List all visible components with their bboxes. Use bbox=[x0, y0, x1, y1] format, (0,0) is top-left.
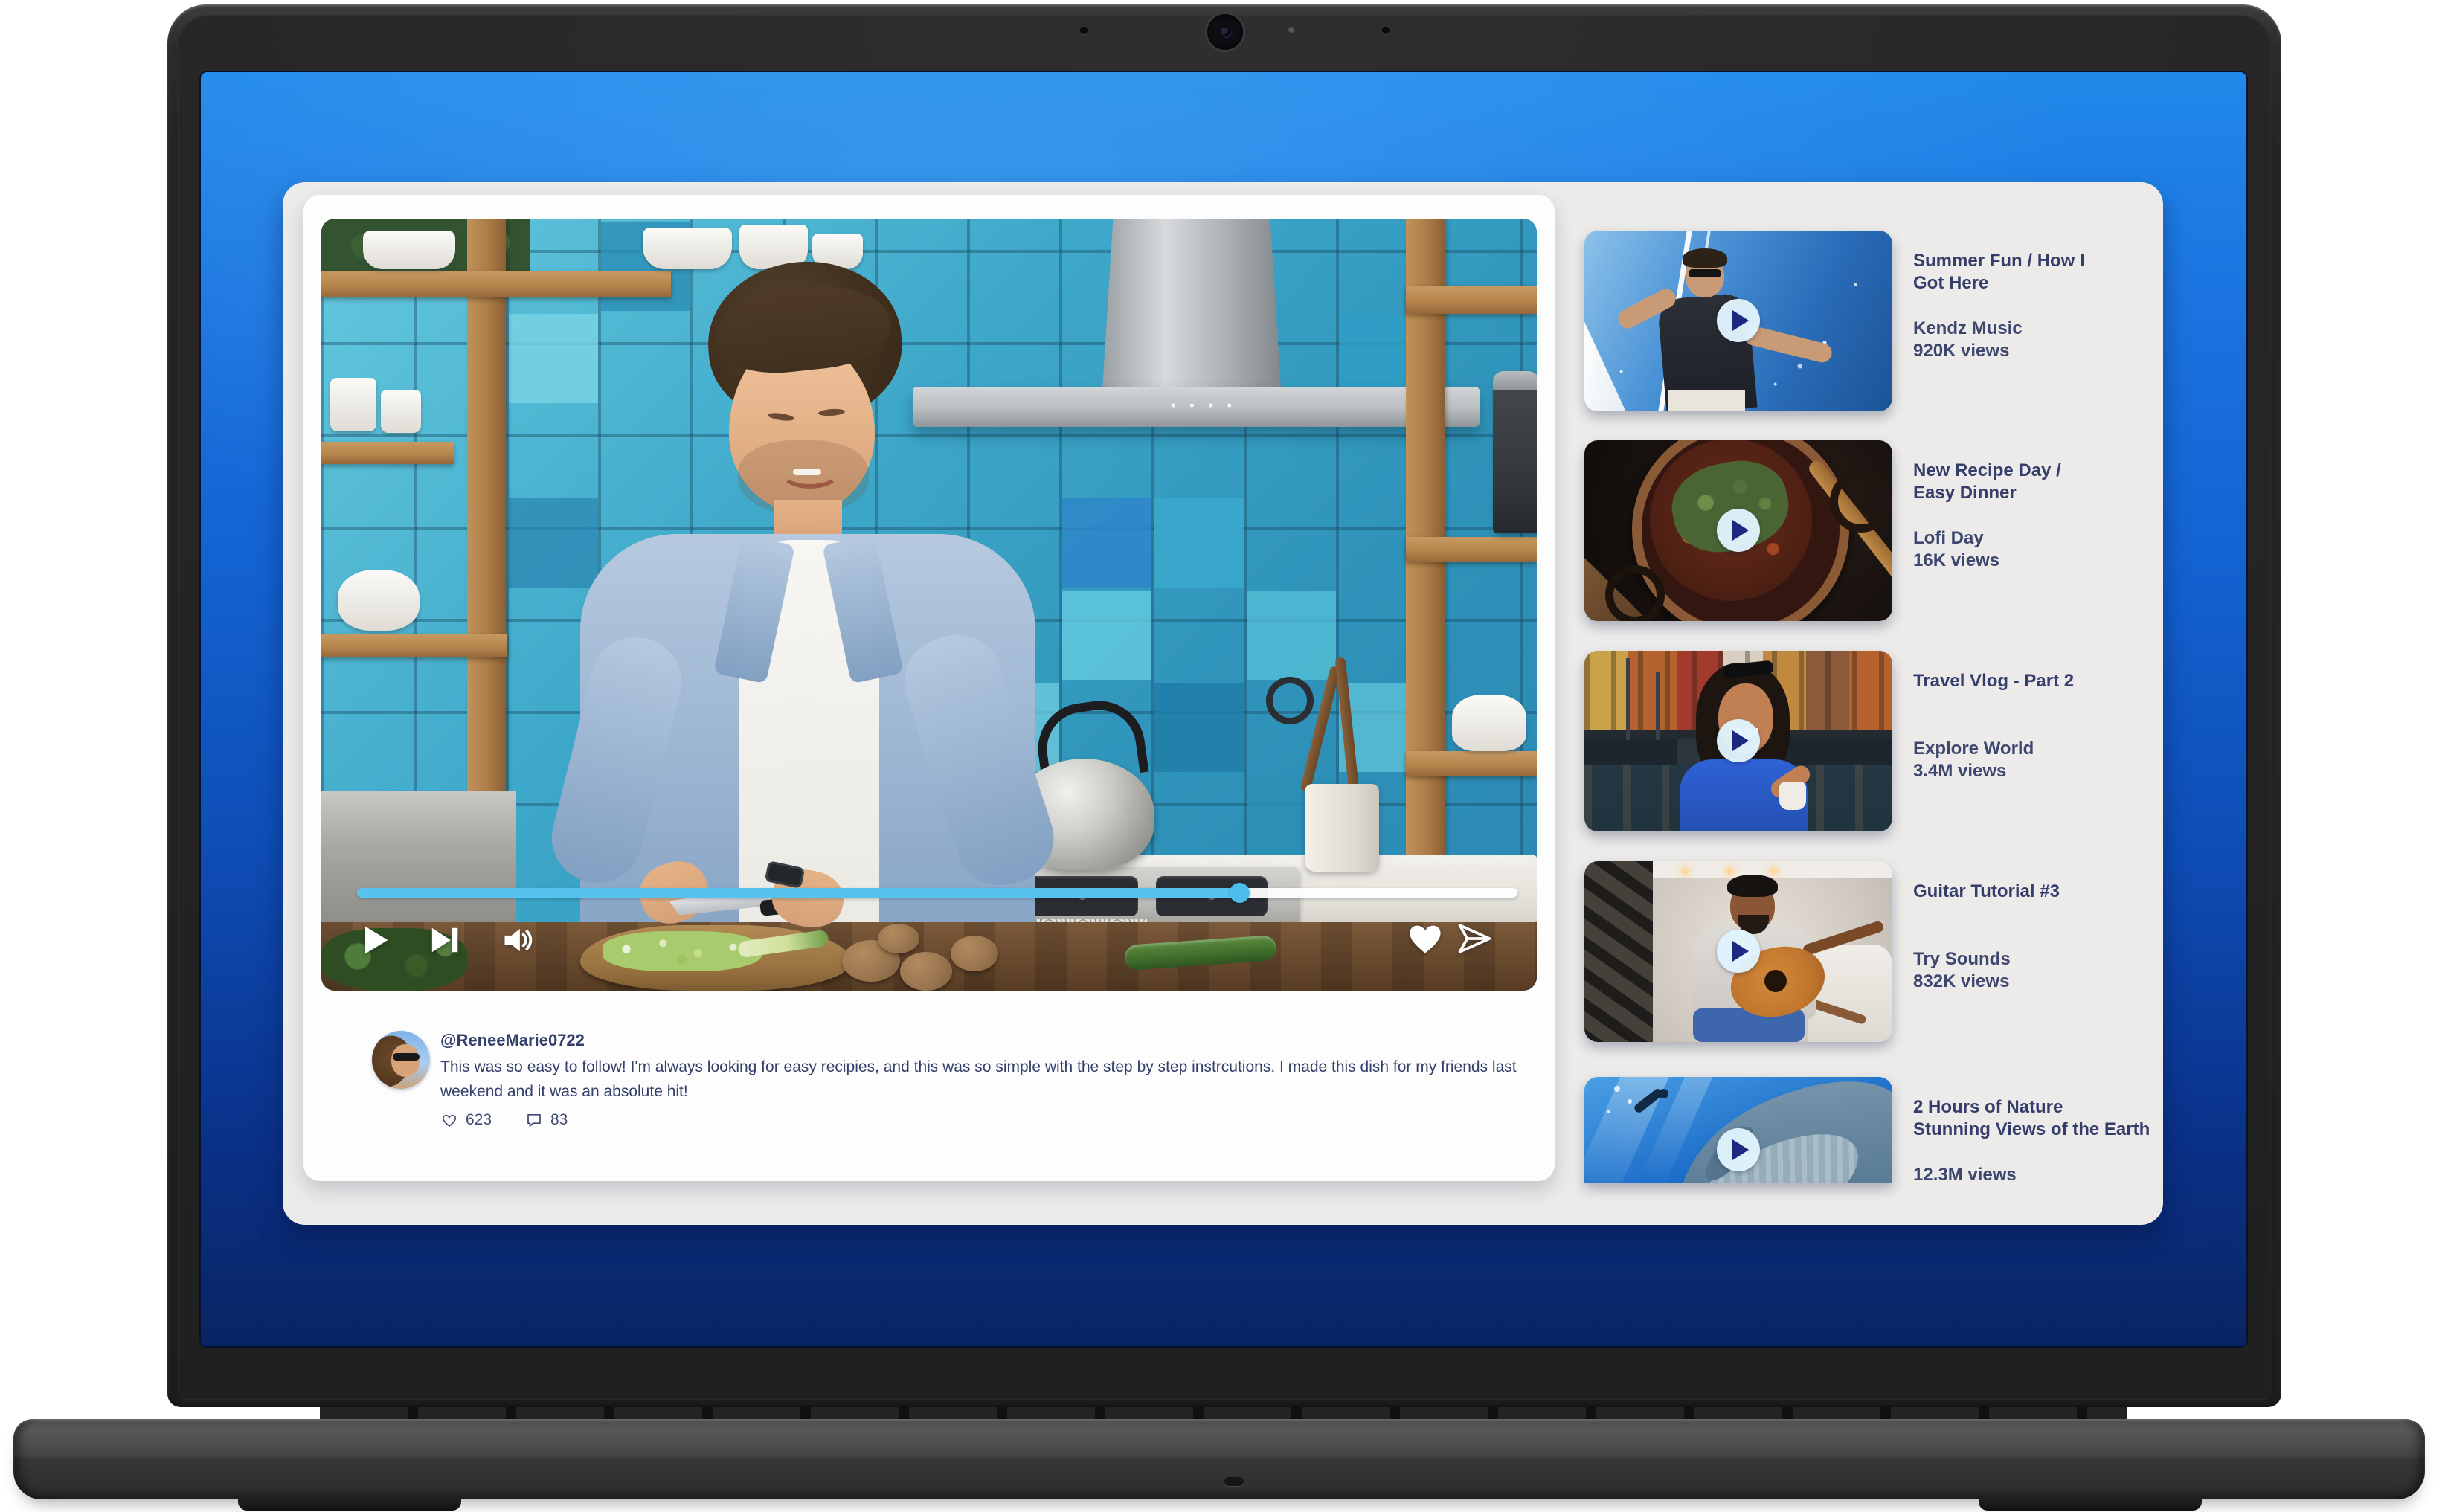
video-title[interactable]: Travel Vlog - Part 2 bbox=[1913, 670, 2163, 692]
video-channel[interactable]: Lofi Day bbox=[1913, 527, 2163, 550]
shelf-board bbox=[321, 634, 507, 657]
tile bbox=[1062, 591, 1151, 680]
range-hood-chimney bbox=[1102, 219, 1281, 390]
video-title[interactable]: Guitar Tutorial #3 bbox=[1913, 881, 2163, 903]
shelf-board bbox=[1406, 751, 1537, 776]
shelf-post bbox=[467, 219, 506, 864]
play-triangle bbox=[1732, 1139, 1749, 1160]
mug bbox=[330, 378, 376, 431]
video-list-item[interactable]: Travel Vlog - Part 2 Explore World 3.4M … bbox=[1584, 651, 2163, 831]
play-overlay-icon[interactable] bbox=[1717, 509, 1760, 552]
man-teeth bbox=[793, 469, 821, 475]
video-views: 16K views bbox=[1913, 550, 2163, 572]
video-thumbnail[interactable] bbox=[1584, 861, 1892, 1042]
tile bbox=[509, 314, 598, 403]
progress-fill bbox=[357, 888, 1239, 898]
potato bbox=[878, 924, 919, 953]
laptop-base bbox=[13, 1419, 2425, 1499]
comment-username[interactable]: @ReneeMarie0722 bbox=[440, 1031, 585, 1050]
progress-bar[interactable] bbox=[357, 888, 1517, 898]
comment-count: 83 bbox=[550, 1111, 568, 1129]
hood-lights bbox=[1168, 402, 1235, 409]
teapot bbox=[338, 570, 420, 631]
rubber-foot bbox=[1979, 1498, 2202, 1511]
comment-count-icon[interactable] bbox=[525, 1111, 543, 1133]
video-list-item[interactable]: Summer Fun / How I Got Here Kendz Music … bbox=[1584, 231, 2163, 411]
video-views: 920K views bbox=[1913, 340, 2163, 362]
rubber-foot bbox=[238, 1498, 461, 1511]
play-overlay-icon[interactable] bbox=[1717, 719, 1760, 762]
play-triangle bbox=[1732, 730, 1749, 751]
laptop-mockup-page: @ReneeMarie0722 This was so easy to foll… bbox=[0, 0, 2448, 1512]
video-list-item[interactable]: 2 Hours of Nature Stunning Views of the … bbox=[1584, 1077, 2163, 1258]
progress-handle[interactable] bbox=[1230, 883, 1250, 903]
shelf-board bbox=[321, 442, 454, 464]
potato bbox=[951, 936, 998, 971]
tile bbox=[1062, 498, 1151, 588]
play-triangle bbox=[1732, 941, 1749, 962]
video-channel[interactable]: Kendz Music bbox=[1913, 318, 2163, 340]
play-overlay-icon[interactable] bbox=[1717, 1128, 1760, 1171]
shelf-board bbox=[1406, 286, 1537, 314]
left-counter bbox=[321, 791, 516, 930]
avatar-face bbox=[391, 1044, 420, 1077]
skip-next-button[interactable] bbox=[424, 921, 463, 959]
kitchen-scene bbox=[321, 219, 1537, 991]
play-button[interactable] bbox=[356, 921, 394, 959]
tile bbox=[509, 498, 598, 588]
shelf-board bbox=[1406, 537, 1537, 562]
heart-button[interactable] bbox=[1406, 919, 1445, 958]
video-thumbnail[interactable] bbox=[1584, 1077, 1892, 1183]
video-meta: 12.3M views bbox=[1913, 1164, 2163, 1186]
video-meta: Explore World 3.4M views bbox=[1913, 738, 2163, 782]
video-list-item[interactable]: Guitar Tutorial #3 Try Sounds 832K views bbox=[1584, 861, 2163, 1042]
video-views: 3.4M views bbox=[1913, 760, 2163, 782]
volume-button[interactable] bbox=[500, 921, 539, 959]
microphone-dot bbox=[1080, 27, 1088, 34]
video-thumbnail[interactable] bbox=[1584, 440, 1892, 621]
tile bbox=[1154, 498, 1244, 588]
play-triangle bbox=[1732, 520, 1749, 541]
webcam-icon bbox=[1205, 12, 1245, 52]
video-viewport[interactable] bbox=[321, 219, 1537, 991]
video-thumbnail[interactable] bbox=[1584, 231, 1892, 411]
tile bbox=[1247, 591, 1336, 680]
thermos bbox=[1493, 371, 1537, 533]
like-icon[interactable] bbox=[440, 1111, 458, 1133]
shelf-board bbox=[321, 271, 671, 297]
video-meta: Try Sounds 832K views bbox=[1913, 948, 2163, 993]
comment-text: This was so easy to follow! I'm always l… bbox=[440, 1055, 1517, 1104]
video-channel[interactable]: Try Sounds bbox=[1913, 948, 2163, 971]
like-count: 623 bbox=[466, 1111, 492, 1129]
ladle bbox=[1266, 677, 1314, 724]
video-title[interactable]: Summer Fun / How I Got Here bbox=[1913, 250, 2163, 295]
video-title[interactable]: New Recipe Day / Easy Dinner bbox=[1913, 460, 2163, 504]
share-plane-button[interactable] bbox=[1455, 919, 1494, 958]
lid-notch bbox=[1224, 1477, 1244, 1486]
avatar-sunglasses bbox=[393, 1053, 420, 1061]
utensil-crock bbox=[1305, 784, 1379, 872]
potato bbox=[900, 952, 952, 991]
microphone-dot bbox=[1382, 27, 1390, 34]
sensor-dot bbox=[1288, 27, 1294, 33]
video-title[interactable]: 2 Hours of Nature Stunning Views of the … bbox=[1913, 1096, 2163, 1141]
video-meta: Lofi Day 16K views bbox=[1913, 527, 2163, 572]
video-list-item[interactable]: New Recipe Day / Easy Dinner Lofi Day 16… bbox=[1584, 440, 2163, 621]
video-channel[interactable]: Explore World bbox=[1913, 738, 2163, 760]
avatar[interactable] bbox=[372, 1031, 430, 1089]
video-views: 832K views bbox=[1913, 971, 2163, 993]
video-views: 12.3M views bbox=[1913, 1164, 2163, 1186]
play-overlay-icon[interactable] bbox=[1717, 299, 1760, 342]
play-overlay-icon[interactable] bbox=[1717, 930, 1760, 973]
video-thumbnail[interactable] bbox=[1584, 651, 1892, 831]
white-kettle bbox=[1452, 695, 1526, 751]
play-triangle bbox=[1732, 310, 1749, 331]
dishes bbox=[363, 231, 455, 269]
tile bbox=[1154, 683, 1244, 772]
bowl bbox=[643, 228, 732, 269]
video-meta: Kendz Music 920K views bbox=[1913, 318, 2163, 362]
webcam-lens bbox=[1221, 28, 1230, 36]
mug bbox=[381, 390, 421, 433]
